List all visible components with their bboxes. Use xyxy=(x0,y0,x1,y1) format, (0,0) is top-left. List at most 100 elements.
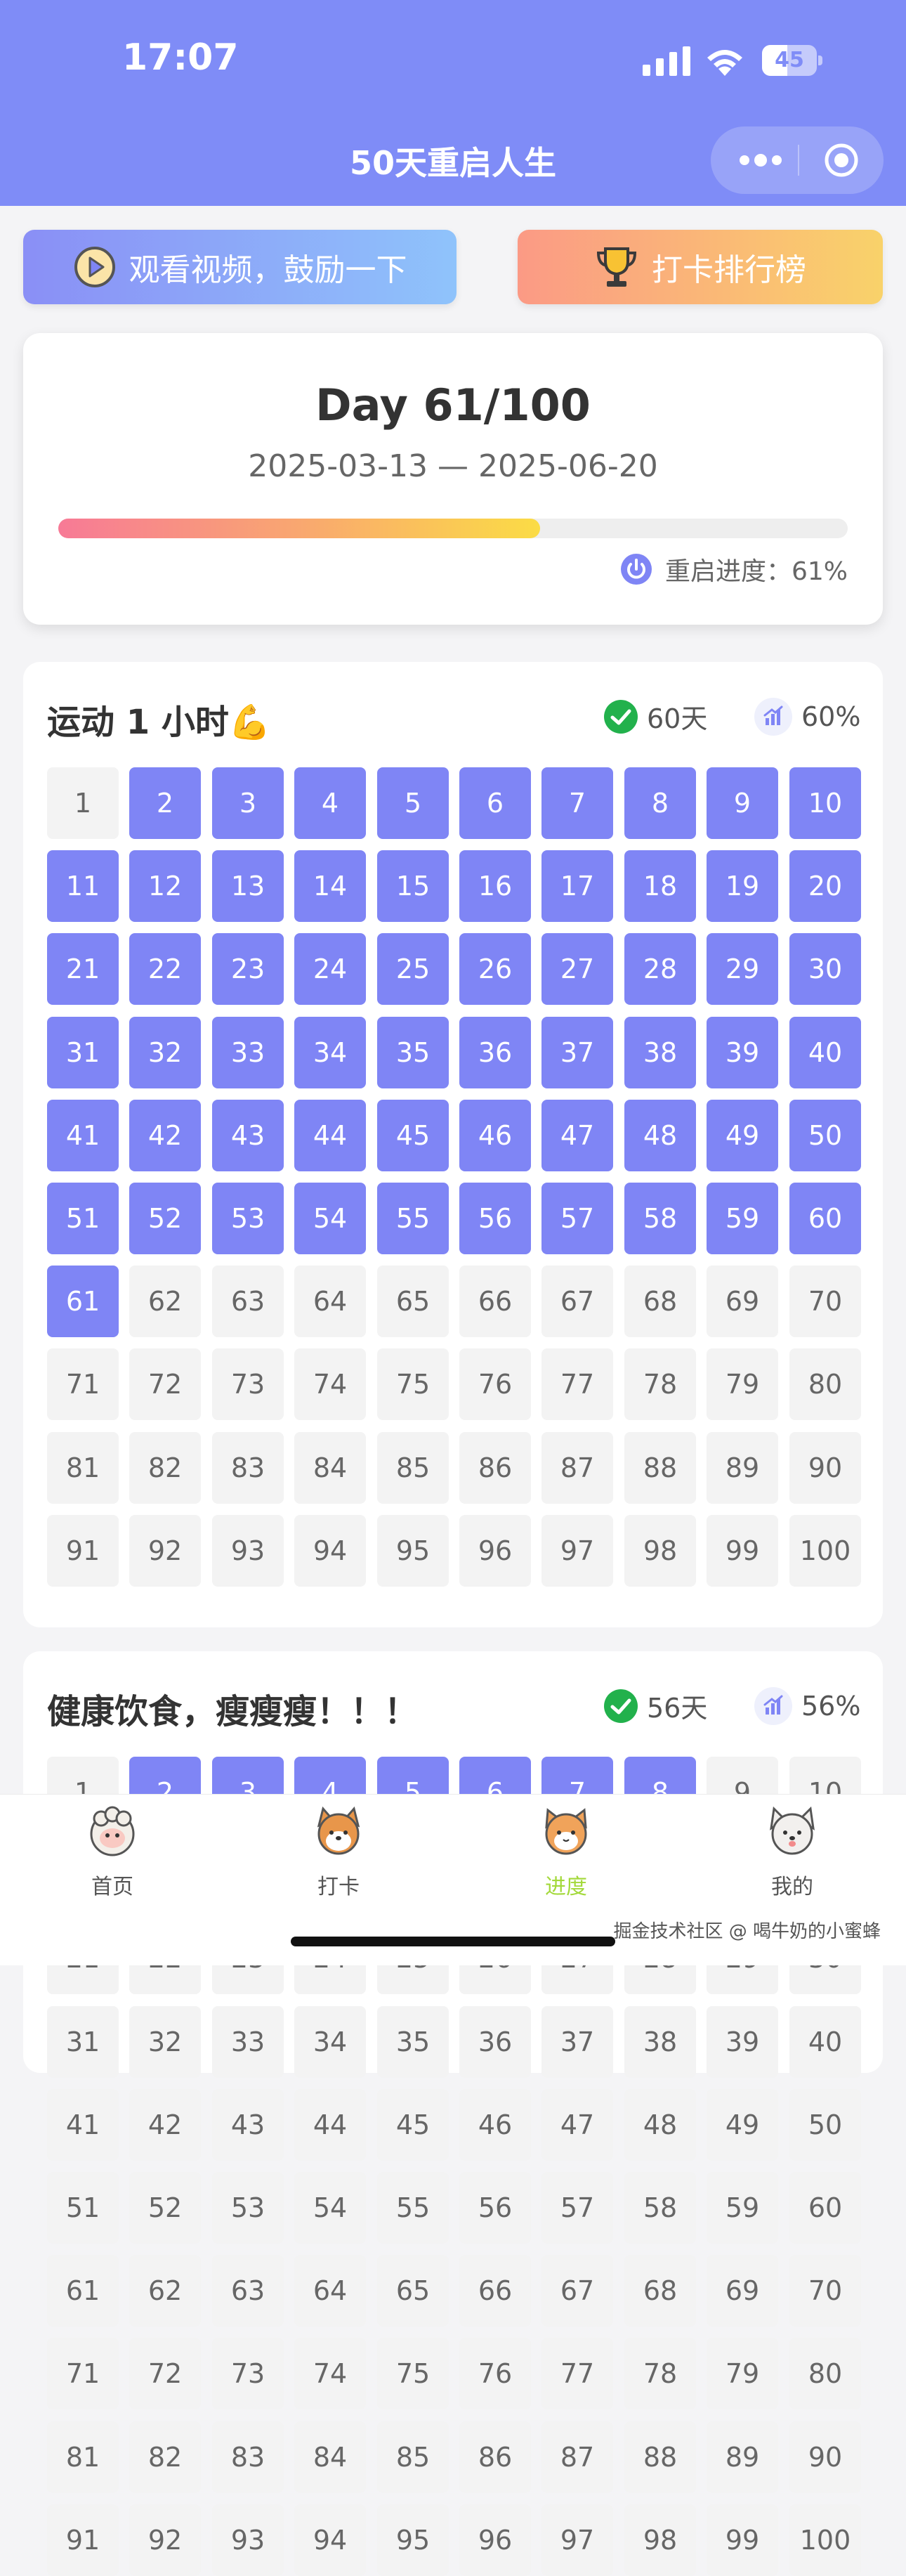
day-cell-37[interactable]: 37 xyxy=(541,1017,613,1088)
day-cell-46[interactable]: 46 xyxy=(459,1100,531,1171)
close-target-icon[interactable] xyxy=(823,142,860,178)
day-cell-82[interactable]: 82 xyxy=(129,1432,201,1504)
day-cell-95[interactable]: 95 xyxy=(377,1515,449,1587)
day-cell-46[interactable]: 46 xyxy=(459,2089,531,2161)
day-cell-71[interactable]: 71 xyxy=(47,2338,119,2409)
day-cell-35[interactable]: 35 xyxy=(377,1017,449,1088)
more-icon[interactable] xyxy=(736,146,785,174)
day-cell-68[interactable]: 68 xyxy=(624,1266,696,1337)
day-cell-100[interactable]: 100 xyxy=(789,2504,861,2576)
day-cell-44[interactable]: 44 xyxy=(294,1100,366,1171)
day-cell-59[interactable]: 59 xyxy=(707,1183,778,1254)
day-cell-31[interactable]: 31 xyxy=(47,1017,119,1088)
day-cell-92[interactable]: 92 xyxy=(129,1515,201,1587)
day-cell-47[interactable]: 47 xyxy=(541,1100,613,1171)
day-cell-55[interactable]: 55 xyxy=(377,1183,449,1254)
day-cell-35[interactable]: 35 xyxy=(377,2006,449,2078)
day-cell-10[interactable]: 10 xyxy=(789,767,861,839)
day-cell-49[interactable]: 49 xyxy=(707,1100,778,1171)
day-cell-80[interactable]: 80 xyxy=(789,2338,861,2409)
tab-home[interactable]: 首页 xyxy=(42,1804,183,1900)
day-cell-86[interactable]: 86 xyxy=(459,1432,531,1504)
day-cell-81[interactable]: 81 xyxy=(47,1432,119,1504)
day-cell-56[interactable]: 56 xyxy=(459,2172,531,2244)
day-cell-41[interactable]: 41 xyxy=(47,1100,119,1171)
day-cell-74[interactable]: 74 xyxy=(294,2338,366,2409)
day-cell-42[interactable]: 42 xyxy=(129,2089,201,2161)
day-cell-85[interactable]: 85 xyxy=(377,2421,449,2493)
day-cell-63[interactable]: 63 xyxy=(212,2255,284,2327)
day-cell-80[interactable]: 80 xyxy=(789,1348,861,1420)
day-cell-96[interactable]: 96 xyxy=(459,1515,531,1587)
day-cell-26[interactable]: 26 xyxy=(459,933,531,1005)
day-cell-1[interactable]: 1 xyxy=(47,767,119,839)
day-cell-50[interactable]: 50 xyxy=(789,2089,861,2161)
day-cell-62[interactable]: 62 xyxy=(129,2255,201,2327)
day-cell-34[interactable]: 34 xyxy=(294,2006,366,2078)
day-cell-3[interactable]: 3 xyxy=(212,767,284,839)
day-cell-11[interactable]: 11 xyxy=(47,850,119,922)
day-cell-42[interactable]: 42 xyxy=(129,1100,201,1171)
day-cell-99[interactable]: 99 xyxy=(707,1515,778,1587)
day-cell-36[interactable]: 36 xyxy=(459,2006,531,2078)
day-cell-59[interactable]: 59 xyxy=(707,2172,778,2244)
day-cell-71[interactable]: 71 xyxy=(47,1348,119,1420)
day-cell-77[interactable]: 77 xyxy=(541,2338,613,2409)
day-cell-92[interactable]: 92 xyxy=(129,2504,201,2576)
day-cell-58[interactable]: 58 xyxy=(624,1183,696,1254)
day-cell-64[interactable]: 64 xyxy=(294,1266,366,1337)
day-cell-36[interactable]: 36 xyxy=(459,1017,531,1088)
day-cell-83[interactable]: 83 xyxy=(212,1432,284,1504)
day-cell-12[interactable]: 12 xyxy=(129,850,201,922)
day-cell-51[interactable]: 51 xyxy=(47,2172,119,2244)
day-cell-31[interactable]: 31 xyxy=(47,2006,119,2078)
day-cell-21[interactable]: 21 xyxy=(47,933,119,1005)
day-cell-22[interactable]: 22 xyxy=(129,933,201,1005)
day-cell-33[interactable]: 33 xyxy=(212,2006,284,2078)
day-cell-73[interactable]: 73 xyxy=(212,2338,284,2409)
day-cell-89[interactable]: 89 xyxy=(707,2421,778,2493)
day-cell-52[interactable]: 52 xyxy=(129,1183,201,1254)
day-cell-24[interactable]: 24 xyxy=(294,933,366,1005)
day-cell-63[interactable]: 63 xyxy=(212,1266,284,1337)
day-cell-20[interactable]: 20 xyxy=(789,850,861,922)
tab-checkin[interactable]: 打卡 xyxy=(268,1804,409,1900)
day-cell-33[interactable]: 33 xyxy=(212,1017,284,1088)
day-cell-95[interactable]: 95 xyxy=(377,2504,449,2576)
day-cell-17[interactable]: 17 xyxy=(541,850,613,922)
leaderboard-button[interactable]: 打卡排行榜 xyxy=(518,230,883,304)
day-cell-29[interactable]: 29 xyxy=(707,933,778,1005)
day-cell-97[interactable]: 97 xyxy=(541,1515,613,1587)
day-cell-51[interactable]: 51 xyxy=(47,1183,119,1254)
day-cell-72[interactable]: 72 xyxy=(129,2338,201,2409)
day-cell-41[interactable]: 41 xyxy=(47,2089,119,2161)
tab-progress[interactable]: 进度 xyxy=(496,1804,636,1900)
watch-video-button[interactable]: 观看视频，鼓励一下 xyxy=(23,230,457,304)
day-cell-76[interactable]: 76 xyxy=(459,1348,531,1420)
day-cell-37[interactable]: 37 xyxy=(541,2006,613,2078)
day-cell-78[interactable]: 78 xyxy=(624,2338,696,2409)
day-cell-43[interactable]: 43 xyxy=(212,1100,284,1171)
day-cell-53[interactable]: 53 xyxy=(212,1183,284,1254)
day-cell-91[interactable]: 91 xyxy=(47,2504,119,2576)
day-cell-61[interactable]: 61 xyxy=(47,2255,119,2327)
day-cell-43[interactable]: 43 xyxy=(212,2089,284,2161)
day-cell-2[interactable]: 2 xyxy=(129,767,201,839)
day-cell-94[interactable]: 94 xyxy=(294,1515,366,1587)
day-cell-94[interactable]: 94 xyxy=(294,2504,366,2576)
day-cell-32[interactable]: 32 xyxy=(129,1017,201,1088)
day-cell-66[interactable]: 66 xyxy=(459,2255,531,2327)
day-cell-13[interactable]: 13 xyxy=(212,850,284,922)
day-cell-48[interactable]: 48 xyxy=(624,2089,696,2161)
day-cell-15[interactable]: 15 xyxy=(377,850,449,922)
day-cell-82[interactable]: 82 xyxy=(129,2421,201,2493)
day-cell-32[interactable]: 32 xyxy=(129,2006,201,2078)
day-cell-65[interactable]: 65 xyxy=(377,1266,449,1337)
day-cell-96[interactable]: 96 xyxy=(459,2504,531,2576)
day-cell-87[interactable]: 87 xyxy=(541,1432,613,1504)
day-cell-75[interactable]: 75 xyxy=(377,1348,449,1420)
day-cell-97[interactable]: 97 xyxy=(541,2504,613,2576)
day-cell-66[interactable]: 66 xyxy=(459,1266,531,1337)
day-cell-8[interactable]: 8 xyxy=(624,767,696,839)
day-cell-83[interactable]: 83 xyxy=(212,2421,284,2493)
